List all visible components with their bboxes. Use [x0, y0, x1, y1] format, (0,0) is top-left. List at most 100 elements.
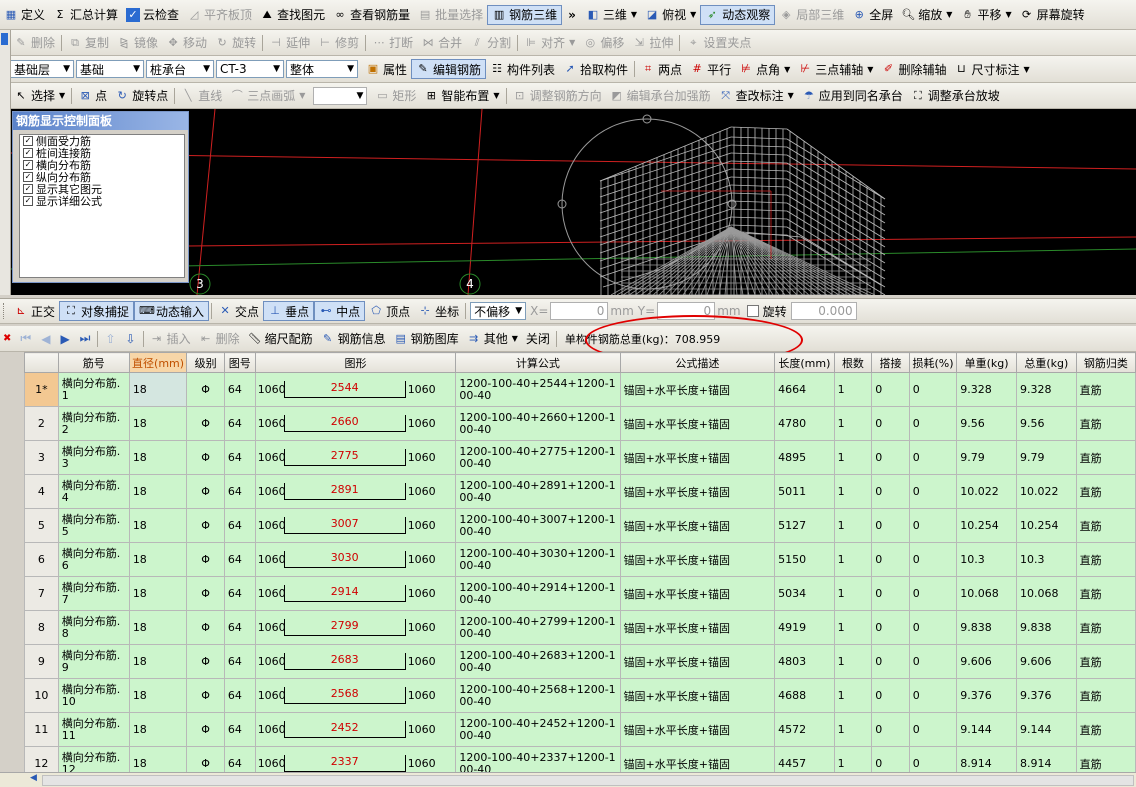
length-cell[interactable]: 4664 — [774, 372, 835, 407]
total-weight-cell[interactable]: 8.914 — [1015, 746, 1077, 772]
shape-cell[interactable]: 1060 2337 1060 — [254, 746, 457, 772]
table-row[interactable]: 1* 横向分布筋.1 18 Φ 64 1060 2544 1060 1200-100-40+25… — [24, 372, 1136, 407]
pick-element-button[interactable]: ➚ 拾取构件 — [559, 59, 632, 79]
bar-name-cell[interactable]: 横向分布筋.2 — [57, 406, 130, 441]
break-button[interactable]: ⋯ 打断 — [368, 33, 417, 53]
extend-button[interactable]: ⊣ 延伸 — [265, 33, 314, 53]
split-button[interactable]: ⫽ 分割 — [466, 33, 515, 53]
column-header[interactable]: 损耗(%) — [908, 352, 958, 373]
cloud-check-button[interactable]: ✓ 云检查 — [122, 5, 183, 25]
category-select[interactable]: 基础 ▼ — [76, 60, 144, 78]
row-number-cell[interactable]: 12 — [24, 746, 59, 772]
count-cell[interactable]: 1 — [833, 712, 873, 747]
category-cell[interactable]: 直筋 — [1075, 440, 1136, 475]
unit-weight-cell[interactable]: 10.022 — [956, 474, 1017, 509]
formula-cell[interactable]: 1200-100-40+2568+1200-100-40 — [455, 678, 621, 713]
shape-cell[interactable]: 1060 2775 1060 — [254, 440, 457, 475]
side-tab-icon[interactable] — [1, 33, 8, 45]
total-weight-cell[interactable]: 9.376 — [1015, 678, 1077, 713]
merge-button[interactable]: ⋈ 合并 — [417, 33, 466, 53]
column-header[interactable]: 图号 — [223, 352, 256, 373]
unit-weight-cell[interactable]: 9.144 — [956, 712, 1017, 747]
unit-weight-cell[interactable]: 8.914 — [956, 746, 1017, 772]
column-header[interactable]: 筋号 — [57, 352, 130, 373]
arc-option-select[interactable]: ▼ — [313, 86, 368, 105]
rotate-checkbox[interactable] — [746, 305, 759, 317]
bar-name-cell[interactable]: 横向分布筋.6 — [57, 542, 130, 577]
define-button[interactable]: ▦ 定义 — [0, 5, 49, 25]
diameter-cell[interactable]: 18 — [128, 440, 188, 475]
copy-button[interactable]: ⧉ 复制 — [64, 33, 113, 53]
lap-cell[interactable]: 0 — [871, 678, 910, 713]
bar-name-cell[interactable]: 横向分布筋.7 — [57, 576, 130, 611]
three-point-axis-button[interactable]: ⊬ 三点辅轴 ▼ — [794, 59, 877, 79]
row-number-cell[interactable]: 10 — [24, 678, 59, 713]
insert-row-button[interactable]: ⇥ 插入 — [146, 329, 195, 349]
apply-same-cap-button[interactable]: ☂ 应用到同名承台 — [798, 86, 907, 106]
formula-desc-cell[interactable]: 锚固+水平长度+锚固 — [619, 610, 776, 645]
diameter-cell[interactable]: 18 — [128, 542, 188, 577]
column-header[interactable]: 钢筋归类 — [1075, 352, 1136, 373]
length-cell[interactable]: 5127 — [774, 508, 835, 543]
row-number-cell[interactable]: 1* — [24, 372, 59, 407]
next-record-icon[interactable]: ▶ — [60, 332, 69, 346]
lap-cell[interactable]: 0 — [871, 644, 910, 679]
rebar-3d-button[interactable]: ▥ 钢筋三维 — [487, 4, 563, 25]
formula-cell[interactable]: 1200-100-40+2452+1200-100-40 — [455, 712, 621, 747]
column-header[interactable]: 长度(mm) — [774, 352, 835, 373]
loss-cell[interactable]: 0 — [908, 508, 958, 543]
loss-cell[interactable]: 0 — [908, 712, 958, 747]
rectangle-button[interactable]: ▭ 矩形 — [371, 86, 420, 106]
category-cell[interactable]: 直筋 — [1075, 508, 1136, 543]
lap-cell[interactable]: 0 — [871, 542, 910, 577]
bar-name-cell[interactable]: 横向分布筋.10 — [57, 678, 130, 713]
formula-desc-cell[interactable]: 锚固+水平长度+锚固 — [619, 644, 776, 679]
loss-cell[interactable]: 0 — [908, 746, 958, 772]
lap-cell[interactable]: 0 — [871, 440, 910, 475]
trim-button[interactable]: ⊢ 修剪 — [314, 33, 363, 53]
parallel-axis-button[interactable]: # 平行 — [686, 59, 735, 79]
length-cell[interactable]: 4803 — [774, 644, 835, 679]
more-icon[interactable]: » — [568, 8, 576, 22]
select-button[interactable]: ↖ 选择 ▼ — [10, 86, 69, 106]
stretch-button[interactable]: ⇲ 拉伸 — [628, 33, 677, 53]
lap-cell[interactable]: 0 — [871, 576, 910, 611]
formula-desc-cell[interactable]: 锚固+水平长度+锚固 — [619, 576, 776, 611]
formula-cell[interactable]: 1200-100-40+2683+1200-100-40 — [455, 644, 621, 679]
unit-weight-cell[interactable]: 10.254 — [956, 508, 1017, 543]
horizontal-scrollbar[interactable] — [42, 775, 1134, 786]
formula-cell[interactable]: 1200-100-40+3030+1200-100-40 — [455, 542, 621, 577]
table-row[interactable]: 2 横向分布筋.2 18 Φ 64 1060 2660 1060 1200-100-40+266… — [24, 406, 1136, 441]
row-number-cell[interactable]: 2 — [24, 406, 59, 441]
formula-desc-cell[interactable]: 锚固+水平长度+锚固 — [619, 474, 776, 509]
count-cell[interactable]: 1 — [833, 474, 873, 509]
unit-weight-cell[interactable]: 10.3 — [956, 542, 1017, 577]
count-cell[interactable]: 1 — [833, 644, 873, 679]
loss-cell[interactable]: 0 — [908, 610, 958, 645]
figure-number-cell[interactable]: 64 — [223, 610, 256, 645]
lap-cell[interactable]: 0 — [871, 610, 910, 645]
count-cell[interactable]: 1 — [833, 610, 873, 645]
category-cell[interactable]: 直筋 — [1075, 644, 1136, 679]
two-point-axis-button[interactable]: ⌗ 两点 — [637, 59, 686, 79]
category-cell[interactable]: 直筋 — [1075, 372, 1136, 407]
top-view-button[interactable]: ◪ 俯视 ▼ — [641, 5, 700, 25]
scope-select[interactable]: 整体 ▼ — [286, 60, 358, 78]
smart-layout-button[interactable]: ⊞ 智能布置 ▼ — [420, 86, 503, 106]
rotate-button[interactable]: ↻ 旋转 — [211, 33, 260, 53]
bar-name-cell[interactable]: 横向分布筋.3 — [57, 440, 130, 475]
properties-button[interactable]: ▣ 属性 — [362, 59, 411, 79]
view-rebar-qty-button[interactable]: ∞ 查看钢筋量 — [329, 5, 414, 25]
column-header[interactable]: 直径(mm) — [128, 352, 188, 373]
diameter-cell[interactable]: 18 — [128, 644, 188, 679]
offset-mode-select[interactable]: 不偏移 ▼ — [470, 302, 527, 320]
grade-cell[interactable]: Φ — [186, 440, 225, 475]
shape-cell[interactable]: 1060 2660 1060 — [254, 406, 457, 441]
loss-cell[interactable]: 0 — [908, 644, 958, 679]
length-cell[interactable]: 4572 — [774, 712, 835, 747]
grade-cell[interactable]: Φ — [186, 610, 225, 645]
category-cell[interactable]: 直筋 — [1075, 678, 1136, 713]
perpendicular-snap-button[interactable]: ⊥ 垂点 — [263, 301, 315, 321]
row-number-cell[interactable]: 3 — [24, 440, 59, 475]
loss-cell[interactable]: 0 — [908, 542, 958, 577]
